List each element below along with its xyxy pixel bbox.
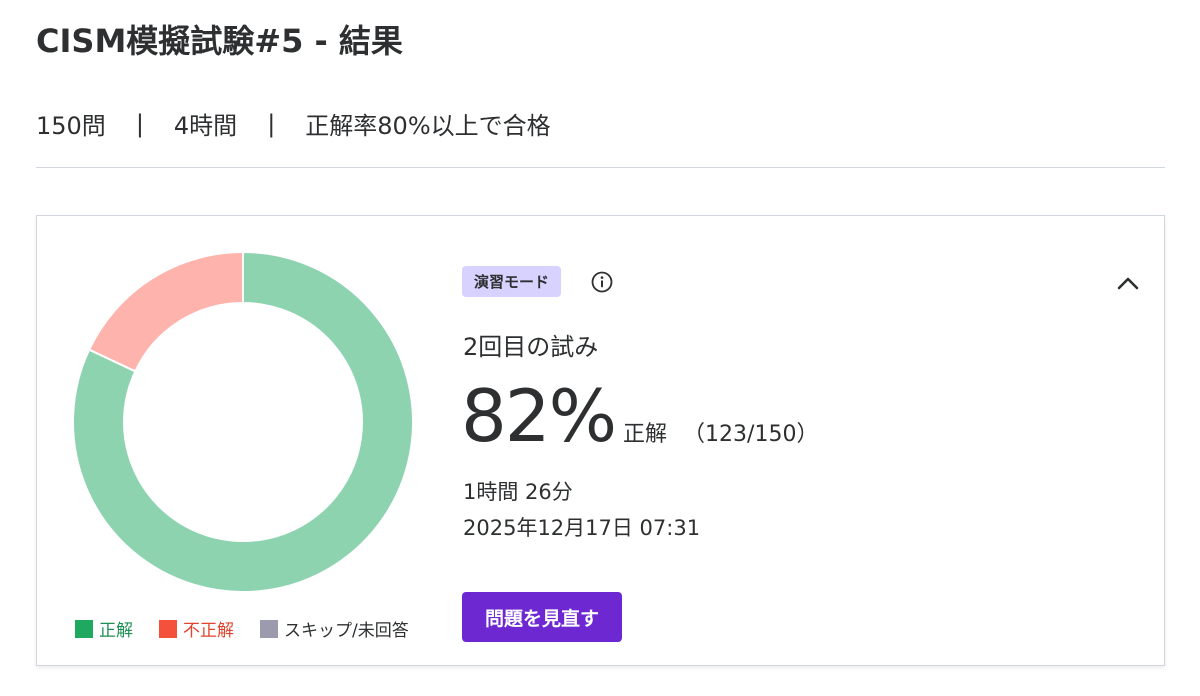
- chevron-up-icon[interactable]: [1115, 271, 1141, 297]
- exam-duration: 4時間: [173, 112, 238, 140]
- score-row: 82% 正解 （123/150）: [461, 380, 818, 452]
- time-taken: 1時間 26分: [463, 480, 573, 504]
- legend-label: 正解: [99, 621, 133, 641]
- page-title: CISM模擬試験#5 - 結果: [36, 22, 403, 60]
- meta-separator: |: [135, 109, 144, 138]
- results-page: CISM模擬試験#5 - 結果 150問 | 4時間 | 正解率80%以上で合格…: [0, 0, 1200, 696]
- result-card: 正解 不正解 スキップ/未回答 演習モード 2回目の試み 82% 正解 （123/1…: [36, 215, 1165, 666]
- info-icon[interactable]: [591, 271, 613, 293]
- pass-criteria: 正解率80%以上で合格: [305, 112, 551, 140]
- score-label: 正解: [623, 422, 668, 447]
- attempt-label: 2回目の試み: [463, 333, 599, 361]
- legend-label: 不正解: [183, 621, 234, 641]
- exam-meta: 150問 | 4時間 | 正解率80%以上で合格: [36, 106, 551, 141]
- mode-badge: 演習モード: [462, 266, 562, 297]
- question-count: 150問: [36, 112, 106, 140]
- legend-swatch: [159, 619, 177, 638]
- score-count: （123/150）: [683, 422, 819, 447]
- divider: [36, 167, 1165, 168]
- donut-slice-2: [87, 252, 244, 373]
- legend-swatch: [75, 619, 93, 638]
- legend-item: スキップ/未回答: [260, 616, 409, 641]
- score-percentage: 82%: [461, 374, 617, 458]
- legend-swatch: [260, 619, 278, 638]
- result-donut-chart: [73, 252, 413, 592]
- chart-legend: 正解 不正解 スキップ/未回答: [75, 616, 409, 641]
- attempt-datetime: 2025年12月17日 07:31: [463, 516, 701, 540]
- review-questions-button[interactable]: 問題を見直す: [462, 592, 622, 642]
- legend-label: スキップ/未回答: [284, 621, 409, 641]
- legend-item: 不正解: [159, 616, 234, 641]
- meta-separator: |: [267, 109, 276, 138]
- legend-item: 正解: [75, 616, 133, 641]
